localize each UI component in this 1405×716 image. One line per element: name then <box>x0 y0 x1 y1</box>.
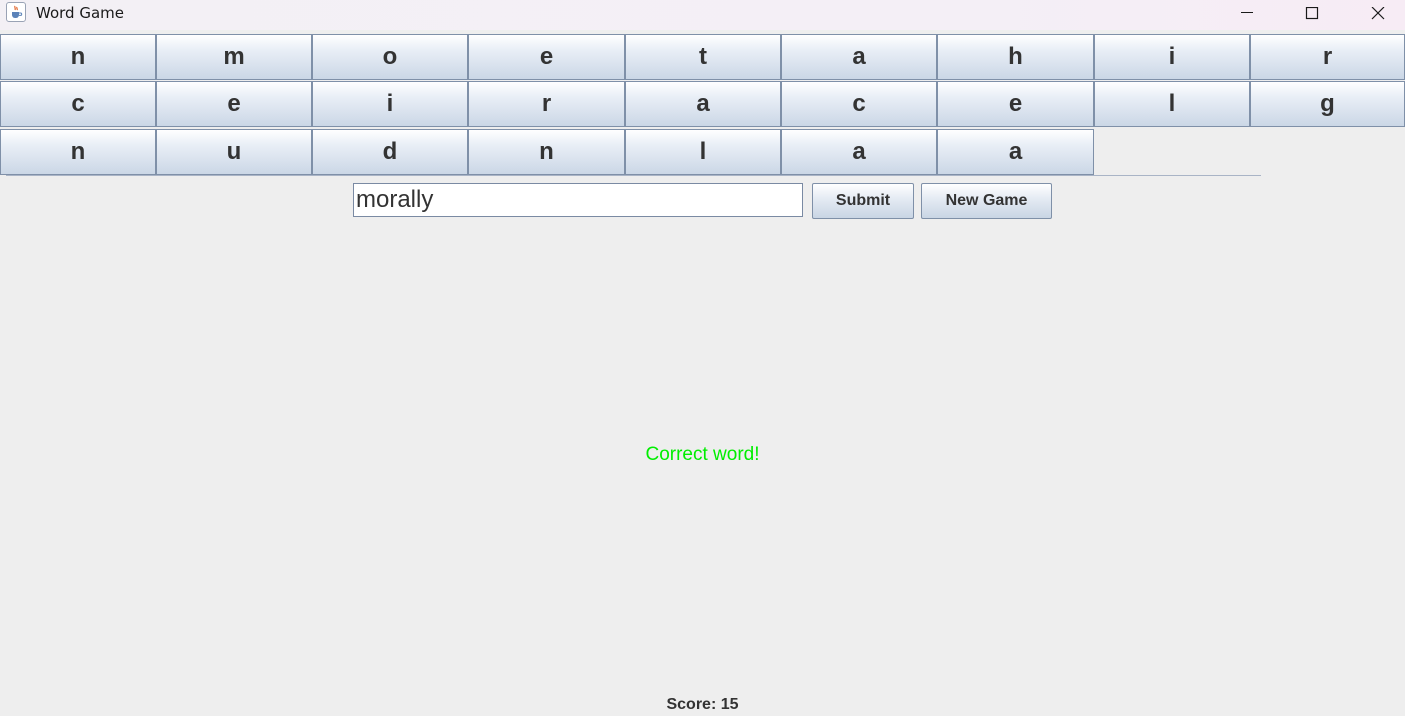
close-icon <box>1371 7 1385 20</box>
letter-tile[interactable]: a <box>781 34 937 80</box>
maximize-button[interactable] <box>1289 0 1335 28</box>
maximize-icon <box>1305 7 1319 20</box>
letter-tile[interactable]: l <box>1094 81 1250 127</box>
letter-tile[interactable]: n <box>0 129 156 175</box>
window-title: Word Game <box>36 4 124 22</box>
submit-button[interactable]: Submit <box>812 183 914 219</box>
letter-tile[interactable]: c <box>0 81 156 127</box>
letter-tile[interactable]: l <box>625 129 781 175</box>
letter-tile[interactable]: e <box>937 81 1094 127</box>
minimize-icon <box>1241 12 1253 13</box>
letter-tile[interactable]: i <box>312 81 468 127</box>
minimize-button[interactable] <box>1224 0 1270 28</box>
letter-tile[interactable]: r <box>468 81 625 127</box>
letter-tile[interactable]: a <box>625 81 781 127</box>
grid-divider <box>6 175 1261 176</box>
letter-tile[interactable]: n <box>468 129 625 175</box>
letter-tile[interactable]: c <box>781 81 937 127</box>
close-button[interactable] <box>1355 0 1401 28</box>
letter-tile[interactable]: d <box>312 129 468 175</box>
letter-tile[interactable]: e <box>468 34 625 80</box>
letter-tile[interactable]: u <box>156 129 312 175</box>
letter-tile[interactable]: o <box>312 34 468 80</box>
letter-tile[interactable]: g <box>1250 81 1405 127</box>
letter-tile[interactable]: i <box>1094 34 1250 80</box>
title-bar[interactable]: Word Game <box>0 0 1405 30</box>
new-game-button[interactable]: New Game <box>921 183 1052 219</box>
letter-tile[interactable]: r <box>1250 34 1405 80</box>
java-cup-icon[interactable] <box>6 2 26 22</box>
letter-tile[interactable]: t <box>625 34 781 80</box>
letter-tile[interactable]: a <box>781 129 937 175</box>
letter-tile[interactable]: h <box>937 34 1094 80</box>
letter-tile[interactable]: e <box>156 81 312 127</box>
app-window: Word Game n m o e t a h i r c e i r a c … <box>0 0 1405 716</box>
letter-tile[interactable]: n <box>0 34 156 80</box>
score-label: Score: 15 <box>666 696 739 713</box>
letter-tile[interactable]: m <box>156 34 312 80</box>
letter-tile[interactable]: a <box>937 129 1094 175</box>
status-message: Correct word! <box>645 444 760 465</box>
word-input[interactable] <box>353 183 803 217</box>
